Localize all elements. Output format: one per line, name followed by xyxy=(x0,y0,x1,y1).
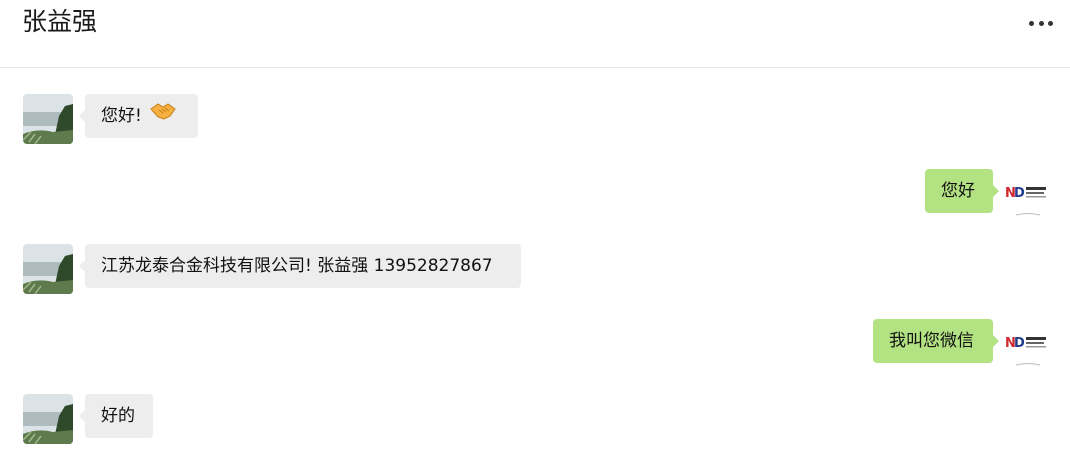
message-bubble-incoming: 您好! xyxy=(79,94,198,138)
message-text: 我叫您微信 xyxy=(889,331,974,351)
more-options-icon[interactable] xyxy=(1026,10,1056,36)
message-bubble-outgoing: 我叫您微信 xyxy=(873,319,999,363)
message-text: 您好 xyxy=(941,181,975,201)
contact-avatar[interactable] xyxy=(23,244,73,294)
chat-title: 张益强 xyxy=(22,7,98,36)
message-bubble-incoming: 江苏龙泰合金科技有限公司! 张益强 13952827867 xyxy=(79,244,521,288)
svg-text:D: D xyxy=(1014,336,1025,351)
svg-text:D: D xyxy=(1014,186,1025,201)
message-text: 好的 xyxy=(101,406,135,426)
message-bubble-incoming: 好的 xyxy=(79,394,153,438)
message-bubble-outgoing: 您好 xyxy=(925,169,999,213)
contact-avatar[interactable] xyxy=(23,94,73,144)
chat-header: 张益强 xyxy=(0,0,1070,68)
message-text: 您好! xyxy=(101,106,142,126)
user-avatar[interactable]: N D xyxy=(1004,169,1052,217)
user-avatar[interactable]: N D xyxy=(1004,319,1052,367)
handshake-icon xyxy=(150,94,176,138)
message-text: 江苏龙泰合金科技有限公司! 张益强 13952827867 xyxy=(101,256,493,276)
contact-avatar[interactable] xyxy=(23,394,73,444)
